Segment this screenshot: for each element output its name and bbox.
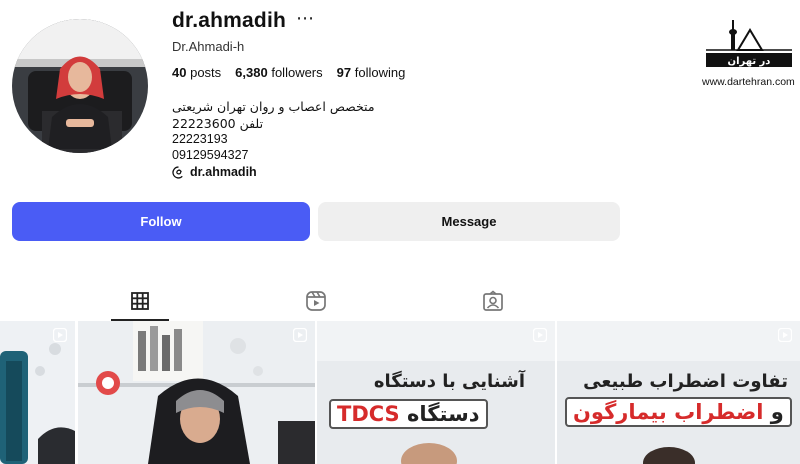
- reels-icon: [306, 291, 326, 311]
- threads-handle: dr.ahmadih: [190, 165, 257, 179]
- post-thumbnail[interactable]: [0, 321, 75, 464]
- full-name: Dr.Ahmadi-h: [172, 39, 245, 54]
- following-count[interactable]: 97 following: [337, 65, 406, 80]
- logo-text: در تهران: [728, 56, 771, 67]
- tab-tagged[interactable]: [481, 289, 505, 313]
- watermark-url: www.dartehran.com: [702, 76, 795, 88]
- follow-button[interactable]: Follow: [12, 202, 310, 241]
- threads-icon: [172, 165, 183, 179]
- more-options-icon[interactable]: ⋯: [296, 8, 314, 29]
- reel-badge-icon: [53, 328, 67, 342]
- post-thumbnail[interactable]: تفاوت اضطراب طبیعی و اضطراب بیمارگون: [557, 321, 800, 464]
- reel-badge-icon: [533, 328, 547, 342]
- bio-line: متخصص اعصاب و روان تهران شریعتی: [172, 99, 375, 114]
- followers-count[interactable]: 6,380 followers: [235, 65, 322, 80]
- tab-posts[interactable]: [128, 289, 152, 313]
- reel-badge-icon: [293, 328, 307, 342]
- bio-line: 22223193: [172, 132, 228, 146]
- post-thumbnail[interactable]: آشنایی با دستگاه دستگاه TDCS: [317, 321, 555, 464]
- bio-line: 09129594327: [172, 148, 249, 162]
- message-button[interactable]: Message: [318, 202, 620, 241]
- profile-stats: 40 posts 6,380 followers 97 following: [172, 65, 405, 80]
- post-headline: آشنایی با دستگاه: [373, 371, 525, 392]
- tab-reels[interactable]: [304, 289, 328, 313]
- reel-badge-icon: [778, 328, 792, 342]
- username: dr.ahmadih: [172, 9, 287, 32]
- grid-icon: [131, 292, 149, 310]
- threads-link[interactable]: dr.ahmadih: [172, 165, 257, 179]
- post-headline: تفاوت اضطراب طبیعی: [583, 371, 788, 392]
- tagged-icon: [483, 290, 503, 311]
- avatar[interactable]: [12, 19, 148, 153]
- posts-count[interactable]: 40 posts: [172, 65, 221, 80]
- bio-line: تلفن 22223600: [172, 116, 264, 131]
- post-subheadline: دستگاه TDCS: [329, 399, 488, 429]
- post-thumbnail[interactable]: [78, 321, 315, 464]
- post-subheadline: و اضطراب بیمارگون: [565, 397, 792, 427]
